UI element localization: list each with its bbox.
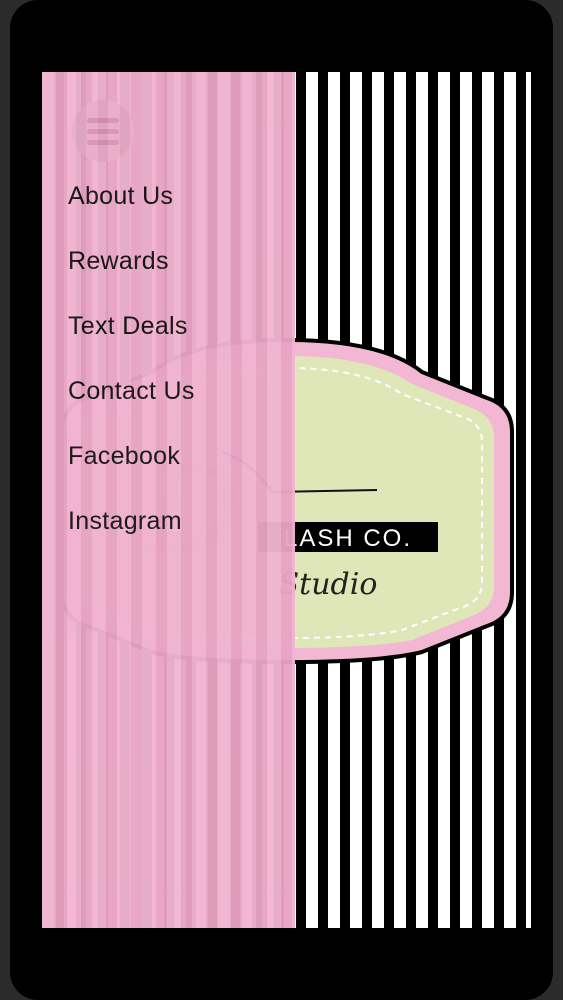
- menu-item-about-us[interactable]: About Us: [68, 174, 195, 239]
- device-frame: LASH CO. Studio D About Us Rewards Text …: [10, 0, 553, 1000]
- hamburger-menu-icon-bar: [87, 139, 119, 145]
- hamburger-menu-icon: [87, 117, 119, 123]
- hamburger-menu-button[interactable]: [72, 100, 134, 162]
- menu-item-contact-us[interactable]: Contact Us: [68, 369, 195, 434]
- menu-item-instagram[interactable]: Instagram: [68, 499, 195, 564]
- drawer-menu: About Us Rewards Text Deals Contact Us F…: [68, 174, 195, 564]
- menu-item-text-deals[interactable]: Text Deals: [68, 304, 195, 369]
- navigation-drawer: About Us Rewards Text Deals Contact Us F…: [42, 72, 295, 928]
- app-screen: LASH CO. Studio D About Us Rewards Text …: [42, 72, 531, 928]
- hamburger-menu-icon-bar: [87, 128, 119, 134]
- menu-item-facebook[interactable]: Facebook: [68, 434, 195, 499]
- logo-brand-text: LASH CO.: [284, 525, 412, 552]
- menu-item-rewards[interactable]: Rewards: [68, 239, 195, 304]
